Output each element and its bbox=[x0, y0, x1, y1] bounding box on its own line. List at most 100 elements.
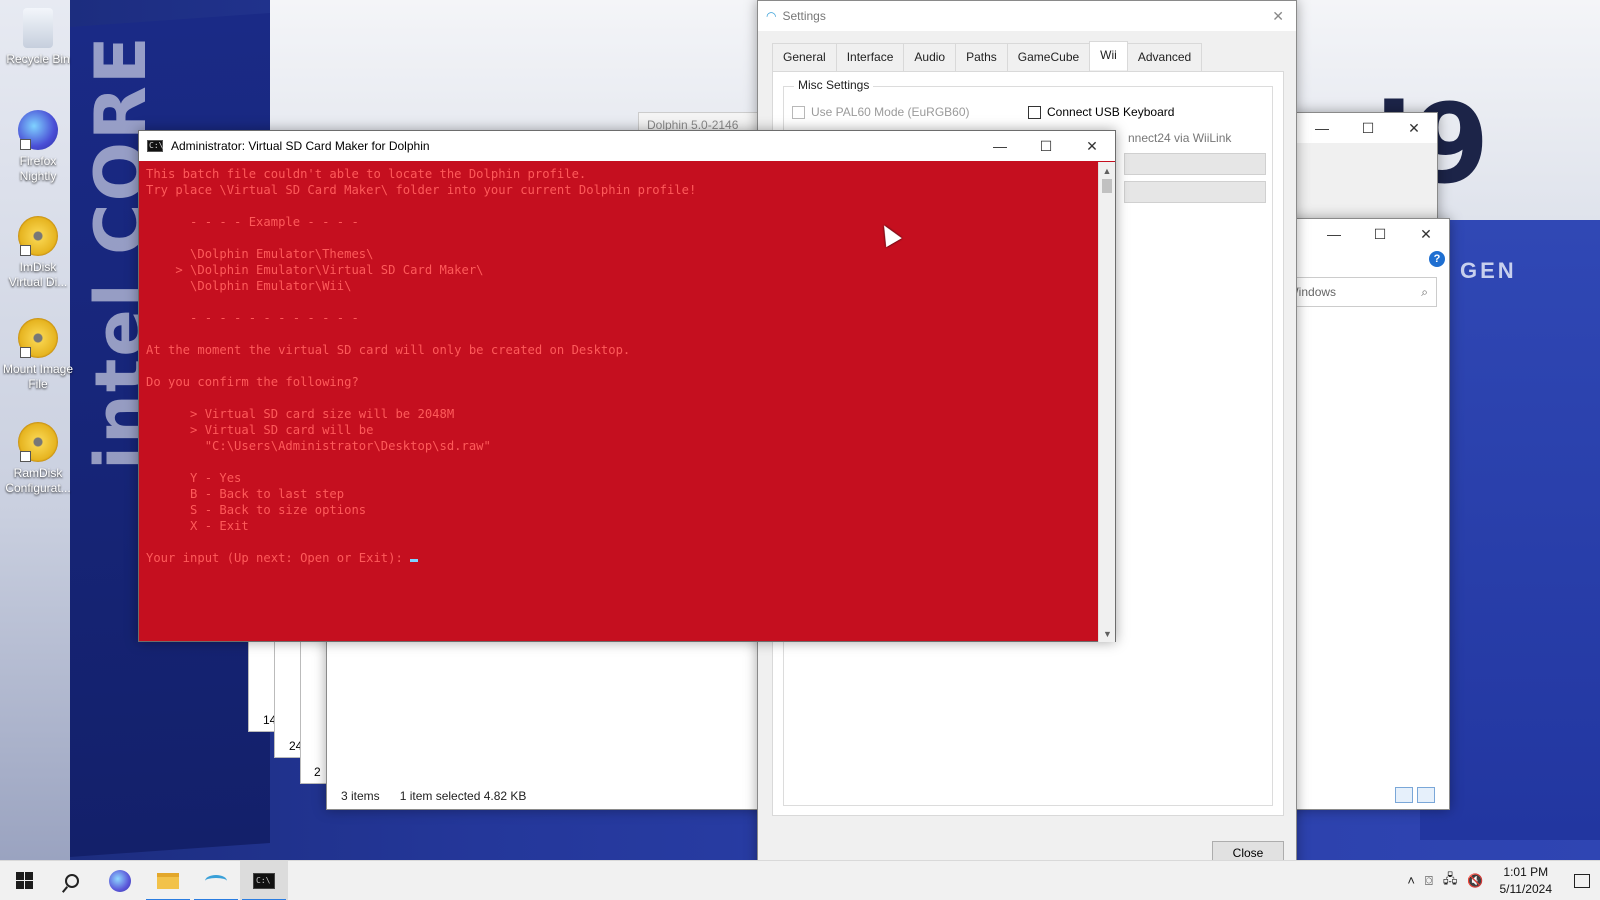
firefox-nightly-icon bbox=[18, 110, 58, 150]
network-icon[interactable]: 🖧 bbox=[1443, 870, 1458, 892]
scroll-up-icon[interactable]: ▲ bbox=[1099, 162, 1115, 179]
console-line: "C:\Users\Administrator\Desktop\sd.raw" bbox=[146, 439, 491, 453]
desktop-icon-firefox-nightly[interactable]: Firefox Nightly bbox=[2, 110, 74, 184]
shortcut-arrow-icon bbox=[20, 451, 31, 462]
checkbox-box bbox=[792, 105, 805, 119]
chevron-up-icon[interactable]: ˄ bbox=[1407, 873, 1415, 888]
window-fragment-label: 2 bbox=[314, 765, 321, 779]
close-icon[interactable]: ✕ bbox=[1403, 219, 1449, 249]
taskbar-file-explorer[interactable] bbox=[144, 861, 192, 900]
close-icon[interactable]: ✕ bbox=[1391, 113, 1437, 143]
desktop-icon-recycle-bin[interactable]: Recycle Bin bbox=[2, 8, 74, 67]
desktop-icon-ramdisk[interactable]: RamDisk Configurat... bbox=[2, 422, 74, 496]
close-icon[interactable]: ✕ bbox=[1069, 131, 1115, 161]
taskbar-firefox[interactable] bbox=[96, 861, 144, 900]
minimize-icon[interactable]: — bbox=[1299, 113, 1345, 143]
shortcut-arrow-icon bbox=[20, 139, 31, 150]
taskbar-search-button[interactable] bbox=[48, 861, 96, 900]
start-button[interactable] bbox=[0, 861, 48, 900]
camera-icon[interactable]: ⌼ bbox=[1425, 873, 1433, 889]
dolphin-titlebar: — ☐ ✕ bbox=[1293, 113, 1437, 143]
system-tray: ˄ ⌼ 🖧 🔇 1:01 PM 5/11/2024 bbox=[1407, 864, 1600, 898]
tab-wii[interactable]: Wii bbox=[1089, 41, 1128, 70]
window-controls: — ☐ ✕ bbox=[1311, 219, 1449, 249]
settings-titlebar: ◠ Settings ✕ bbox=[758, 1, 1296, 31]
pal60-checkbox[interactable]: Use PAL60 Mode (EuRGB60) bbox=[792, 105, 970, 119]
tab-interface[interactable]: Interface bbox=[835, 43, 905, 72]
checkbox-label: Connect USB Keyboard bbox=[1047, 105, 1175, 119]
volume-muted-icon[interactable]: 🔇 bbox=[1467, 873, 1483, 889]
console-line: \Dolphin Emulator\Themes\ bbox=[146, 247, 374, 261]
console-line: B - Back to last step bbox=[146, 487, 345, 501]
help-icon[interactable]: ? bbox=[1429, 251, 1445, 267]
maximize-icon[interactable]: ☐ bbox=[1357, 219, 1403, 249]
desktop-icon-imdisk[interactable]: ImDisk Virtual Di... bbox=[2, 216, 74, 290]
console-output[interactable]: This batch file couldn't able to locate … bbox=[139, 162, 1099, 642]
notification-icon[interactable] bbox=[1574, 873, 1590, 888]
status-selection: 1 item selected 4.82 KB bbox=[399, 789, 527, 803]
desktop-icon-label: Mount Image File bbox=[2, 362, 74, 391]
group-title: Misc Settings bbox=[794, 78, 874, 92]
tab-advanced[interactable]: Advanced bbox=[1126, 43, 1203, 72]
console-line: - - - - - - - - - - - - bbox=[146, 311, 359, 325]
console-title: Administrator: Virtual SD Card Maker for… bbox=[171, 139, 430, 153]
desktop-icon-label: Recycle Bin bbox=[6, 52, 70, 66]
maximize-icon[interactable]: ☐ bbox=[1023, 131, 1069, 161]
tab-paths[interactable]: Paths bbox=[955, 43, 1008, 72]
console-line: - - - - Example - - - - bbox=[146, 215, 359, 229]
text-cursor bbox=[410, 559, 419, 562]
dropdown-select[interactable] bbox=[1124, 153, 1266, 175]
shortcut-arrow-icon bbox=[20, 347, 31, 358]
taskbar-dolphin[interactable] bbox=[192, 861, 240, 900]
window-controls: — ☐ ✕ bbox=[977, 131, 1115, 161]
clock[interactable]: 1:01 PM 5/11/2024 bbox=[1500, 864, 1553, 898]
minimize-icon[interactable]: — bbox=[977, 131, 1023, 161]
firefox-nightly-icon bbox=[109, 869, 131, 892]
settings-tabs: General Interface Audio Paths GameCube W… bbox=[772, 41, 1203, 72]
dolphin-icon: ◠ bbox=[766, 9, 777, 23]
command-prompt-icon: C:\ bbox=[147, 140, 164, 152]
console-titlebar: C:\ Administrator: Virtual SD Card Maker… bbox=[139, 131, 1115, 161]
console-line: Try place \Virtual SD Card Maker\ folder… bbox=[146, 183, 697, 197]
wallpaper-gen-text: GEN bbox=[1460, 258, 1517, 283]
desktop-icon-label: ImDisk Virtual Di... bbox=[8, 260, 68, 289]
console-window[interactable]: C:\ Administrator: Virtual SD Card Maker… bbox=[138, 130, 1116, 642]
taskbar-command-prompt[interactable]: C:\ bbox=[240, 860, 288, 900]
shortcut-arrow-icon bbox=[20, 245, 31, 256]
checkbox-box bbox=[1028, 105, 1041, 119]
dolphin-icon bbox=[205, 874, 227, 887]
clock-time: 1:01 PM bbox=[1503, 864, 1549, 879]
dropdown-select[interactable] bbox=[1124, 181, 1266, 203]
tab-general[interactable]: General bbox=[772, 43, 837, 72]
tab-gamecube[interactable]: GameCube bbox=[1006, 43, 1091, 72]
desktop-icon-mount-image[interactable]: Mount Image File bbox=[2, 318, 74, 392]
details-view-icon[interactable] bbox=[1395, 787, 1413, 803]
console-line: At the moment the virtual SD card will o… bbox=[146, 343, 631, 357]
desktop-icon-label: RamDisk Configurat... bbox=[5, 466, 71, 495]
dolphin-main-window[interactable]: — ☐ ✕ bbox=[1292, 112, 1438, 222]
windows-logo-icon bbox=[15, 872, 33, 889]
window-controls: — ☐ ✕ bbox=[1299, 113, 1437, 143]
console-line: Y - Yes bbox=[146, 471, 242, 485]
view-toggle bbox=[1395, 787, 1435, 803]
usb-keyboard-checkbox[interactable]: Connect USB Keyboard bbox=[1028, 105, 1174, 119]
tab-audio[interactable]: Audio bbox=[903, 43, 957, 72]
scroll-thumb[interactable] bbox=[1102, 179, 1112, 193]
scroll-down-icon[interactable]: ▼ bbox=[1099, 625, 1116, 642]
large-icons-view-icon[interactable] bbox=[1417, 787, 1435, 803]
search-icon: ⌕ bbox=[1421, 284, 1428, 299]
settings-title: Settings bbox=[782, 9, 826, 23]
wiilink-option[interactable]: nnect24 via WiiLink bbox=[1128, 131, 1231, 145]
console-line: > \Dolphin Emulator\Virtual SD Card Make… bbox=[146, 263, 484, 277]
maximize-icon[interactable]: ☐ bbox=[1345, 113, 1391, 143]
disc-icon bbox=[18, 422, 58, 462]
search-icon bbox=[65, 873, 79, 888]
desktop-icon-label: Firefox Nightly bbox=[19, 154, 57, 183]
minimize-icon[interactable]: — bbox=[1311, 219, 1357, 249]
close-icon[interactable]: ✕ bbox=[1272, 8, 1284, 25]
console-scrollbar[interactable]: ▲ ▼ bbox=[1098, 162, 1115, 642]
